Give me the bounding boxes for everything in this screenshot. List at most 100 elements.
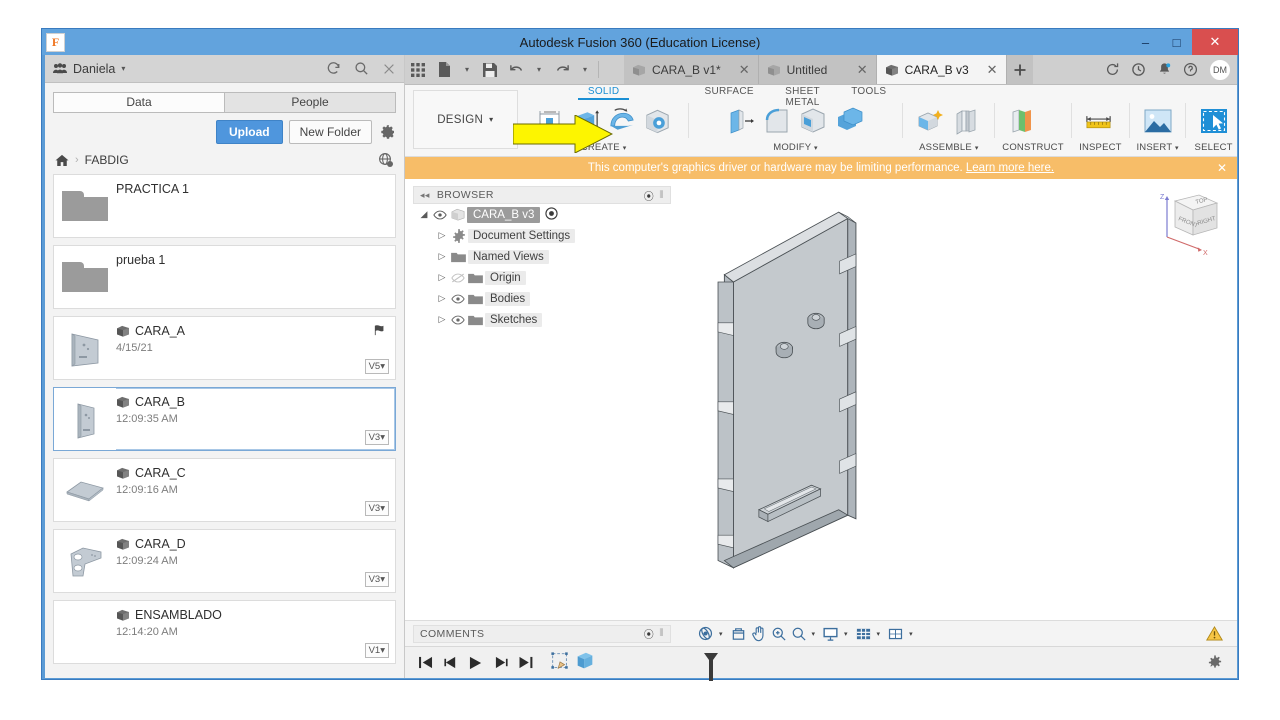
list-item[interactable]: PRACTICA 1 <box>53 174 396 238</box>
go-to-beginning-icon[interactable] <box>419 656 433 669</box>
shell-icon[interactable] <box>798 106 829 137</box>
sketch-feature-icon[interactable] <box>549 650 571 675</box>
ribbon-tab-solid[interactable]: SOLID <box>577 85 630 100</box>
close-panel-icon[interactable] <box>382 62 396 76</box>
document-tab-cara-b-v1[interactable]: CARA_B v1* ✕ <box>624 55 759 84</box>
close-button[interactable]: ✕ <box>1192 29 1238 55</box>
tab-data[interactable]: Data <box>53 92 224 113</box>
flag-icon[interactable] <box>373 324 387 339</box>
new-sketch-icon[interactable] <box>534 106 565 137</box>
redo-dropdown-icon[interactable]: ▾ <box>575 55 595 84</box>
hole-icon[interactable] <box>642 106 673 137</box>
chevron-down-icon[interactable]: ▾ <box>121 64 125 73</box>
timeline-marker[interactable] <box>704 653 718 684</box>
revolve-icon[interactable] <box>606 106 637 137</box>
version-badge[interactable]: V3▾ <box>364 430 389 445</box>
resize-grip-icon[interactable]: ⦀ <box>659 628 664 639</box>
list-item[interactable]: prueba 1 <box>53 245 396 309</box>
new-component-icon[interactable] <box>915 106 946 137</box>
joint-icon[interactable] <box>951 106 982 137</box>
grid-snap-icon[interactable] <box>855 626 872 642</box>
measure-icon[interactable] <box>1083 106 1114 137</box>
save-icon[interactable] <box>477 55 503 84</box>
press-pull-icon[interactable] <box>726 106 757 137</box>
ribbon-tab-tools[interactable]: TOOLS <box>841 85 896 100</box>
redo-icon[interactable] <box>549 55 575 84</box>
comments-options-icon[interactable]: ⦿ <box>644 626 654 641</box>
minimize-button[interactable]: – <box>1130 29 1161 55</box>
undo-icon[interactable] <box>503 55 529 84</box>
upload-button[interactable]: Upload <box>215 120 283 144</box>
chevron-down-icon[interactable]: ▾ <box>844 630 848 638</box>
display-settings-icon[interactable] <box>822 626 839 642</box>
refresh-icon[interactable] <box>326 61 341 76</box>
maximize-button[interactable]: □ <box>1161 29 1192 55</box>
orbit-icon[interactable] <box>697 625 714 642</box>
share-globe-icon[interactable] <box>378 152 394 168</box>
model-geometry[interactable] <box>405 179 1237 620</box>
zoom-icon[interactable] <box>771 626 787 642</box>
warning-triangle-icon[interactable] <box>1206 626 1223 641</box>
tab-people[interactable]: People <box>224 92 396 113</box>
fillet-icon[interactable] <box>762 106 793 137</box>
extrude-icon[interactable] <box>570 106 601 137</box>
close-icon[interactable]: ✕ <box>727 62 750 78</box>
home-icon[interactable] <box>55 154 69 167</box>
notification-bell-icon[interactable] <box>1151 55 1177 84</box>
workspace-selector[interactable]: DESIGN ▾ <box>413 90 518 149</box>
ribbon-tab-sheet-metal[interactable]: SHEET METAL <box>764 85 841 108</box>
chevron-down-icon[interactable]: ▾ <box>812 630 816 638</box>
list-item[interactable]: CARA_D 12:09:24 AM V3▾ <box>53 529 396 593</box>
version-badge[interactable]: V1▾ <box>364 643 389 658</box>
gear-icon[interactable] <box>380 124 396 140</box>
construction-plane-icon[interactable] <box>1007 106 1038 137</box>
step-forward-icon[interactable] <box>494 656 508 669</box>
user-name-label[interactable]: Daniela <box>73 62 115 76</box>
list-item-selected[interactable]: CARA_B 12:09:35 AM V3▾ <box>53 387 396 451</box>
ribbon-group-label-select[interactable]: SELECT ▾ <box>1192 142 1235 163</box>
3d-canvas[interactable]: ◂◂ BROWSER ⦿ ⦀ ◢ CARA_B v3 ▷ Document Se… <box>405 179 1237 620</box>
ribbon-group-label-construct[interactable]: CONSTRUCT ▾ <box>1001 142 1064 163</box>
search-icon[interactable] <box>354 61 369 76</box>
chevron-down-icon[interactable]: ▾ <box>719 630 723 638</box>
close-icon[interactable]: ✕ <box>845 62 868 78</box>
new-folder-button[interactable]: New Folder <box>288 120 372 144</box>
go-to-end-icon[interactable] <box>519 656 533 669</box>
step-back-icon[interactable] <box>444 656 458 669</box>
settings-gear-icon[interactable] <box>1207 654 1223 671</box>
combine-icon[interactable] <box>834 106 865 137</box>
new-file-dropdown-icon[interactable]: ▾ <box>457 55 477 84</box>
version-badge[interactable]: V5▾ <box>364 359 389 374</box>
chevron-down-icon[interactable]: ▾ <box>909 630 913 638</box>
new-file-icon[interactable] <box>431 55 457 84</box>
help-icon[interactable] <box>1177 55 1203 84</box>
ribbon-group-label-inspect[interactable]: INSPECT ▾ <box>1077 142 1123 163</box>
pan-icon[interactable] <box>751 625 767 642</box>
breadcrumb-current[interactable]: FABDIG <box>85 153 129 167</box>
extrude-feature-icon[interactable] <box>574 650 596 675</box>
play-icon[interactable] <box>469 656 483 670</box>
ribbon-tab-surface[interactable]: SURFACE <box>695 85 764 100</box>
undo-dropdown-icon[interactable]: ▾ <box>529 55 549 84</box>
zoom-window-icon[interactable] <box>791 626 807 642</box>
comments-panel-header[interactable]: COMMENTS ⦿ ⦀ <box>413 624 671 643</box>
document-tab-cara-b-v3[interactable]: CARA_B v3 ✕ <box>876 55 1007 84</box>
insert-image-icon[interactable] <box>1142 106 1173 137</box>
file-list[interactable]: PRACTICA 1 prueba 1 CARA_A 4/15/21 V5▾ C… <box>45 174 404 678</box>
list-item[interactable]: ENSAMBLADO 12:14:20 AM V1▾ <box>53 600 396 664</box>
look-at-icon[interactable] <box>730 626 747 642</box>
version-badge[interactable]: V3▾ <box>364 572 389 587</box>
select-icon[interactable] <box>1198 106 1229 137</box>
close-icon[interactable]: ✕ <box>975 62 998 78</box>
close-icon[interactable]: ✕ <box>1217 161 1227 175</box>
viewports-icon[interactable] <box>887 626 904 642</box>
avatar[interactable]: DM <box>1209 58 1231 81</box>
ribbon-group-label-create[interactable]: CREATE ▾ <box>526 142 682 156</box>
chevron-down-icon[interactable]: ▾ <box>877 630 881 638</box>
document-tab-untitled[interactable]: Untitled ✕ <box>758 55 877 84</box>
version-badge[interactable]: V3▾ <box>364 501 389 516</box>
app-grid-icon[interactable] <box>405 55 431 84</box>
ribbon-group-label-modify[interactable]: MODIFY ▾ <box>695 142 897 156</box>
ribbon-group-label-assemble[interactable]: ASSEMBLE ▾ <box>909 142 988 156</box>
list-item[interactable]: CARA_C 12:09:16 AM V3▾ <box>53 458 396 522</box>
